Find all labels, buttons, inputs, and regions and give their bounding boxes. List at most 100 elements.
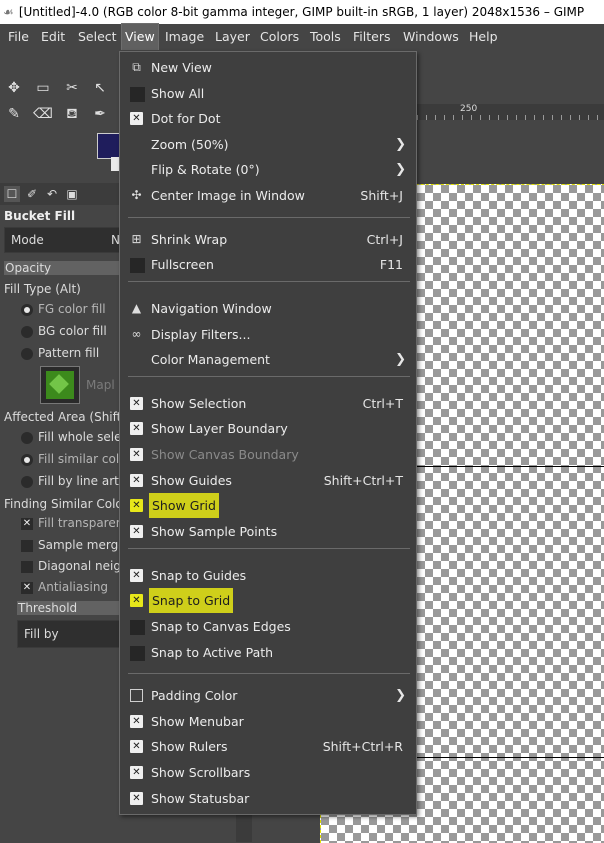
tool-options-tab-icon[interactable]: ☐ [4, 186, 20, 202]
fill-by-label: Fill by [24, 627, 59, 641]
view-menu-item-center-image-in-window[interactable]: ✣ Center Image in Window Shift+J [120, 183, 416, 208]
view-menu-item-label: Center Image in Window [151, 188, 305, 203]
menu-colors[interactable]: Colors [257, 24, 302, 50]
view-menu-item-flip-rotate-0[interactable]: Flip & Rotate (0°) ❯ [120, 157, 416, 182]
view-menu-item-show-scrollbars[interactable]: ✕ Show Scrollbars [120, 760, 416, 785]
menu-edit[interactable]: Edit [38, 24, 68, 50]
view-menu-item-show-rulers[interactable]: ✕ Show Rulers Shift+Ctrl+R [120, 734, 416, 759]
bucket-fill-tool-icon[interactable]: ⛾ [62, 104, 82, 124]
view-menu-item-snap-to-guides[interactable]: ✕ Snap to Guides [120, 563, 416, 588]
eraser-tool-icon[interactable]: ⌫ [33, 104, 53, 124]
view-menu-item-show-sample-points[interactable]: ✕ Show Sample Points [120, 519, 416, 544]
view-menu-item-show-statusbar[interactable]: ✕ Show Statusbar [120, 786, 416, 811]
bg-fill-radio[interactable] [21, 326, 33, 338]
view-menu-item-show-menubar[interactable]: ✕ Show Menubar [120, 709, 416, 734]
view-menu-item-display-filters[interactable]: ∞ Display Filters... [120, 322, 416, 347]
view-menu-item-show-selection[interactable]: ✕ Show Selection Ctrl+T [120, 391, 416, 416]
fill-whole-selection-label: Fill whole sele [38, 430, 122, 444]
menu-file[interactable]: File [5, 24, 32, 50]
center-image-icon: ✣ [131, 188, 142, 202]
paintbrush-tool-icon[interactable]: ✎ [4, 104, 24, 124]
menu-image[interactable]: Image [162, 24, 207, 50]
fill-whole-selection-radio[interactable] [21, 432, 33, 444]
pattern-preview[interactable] [40, 366, 80, 404]
unchecked-box-icon [130, 258, 145, 273]
view-menu-item-navigation-window[interactable]: ▲ Navigation Window [120, 296, 416, 321]
view-menu-item-show-layer-boundary[interactable]: ✕ Show Layer Boundary [120, 416, 416, 441]
view-menu-item-shortcut: Shift+Ctrl+R [322, 739, 403, 754]
view-menu-item-show-guides[interactable]: ✕ Show Guides Shift+Ctrl+T [120, 468, 416, 493]
checked-box-icon: ✕ [130, 740, 143, 753]
view-menu-item-shrink-wrap[interactable]: ⊞ Shrink Wrap Ctrl+J [120, 227, 416, 252]
window-title: [Untitled]-4.0 (RGB color 8-bit gamma in… [18, 5, 585, 19]
view-menu-item-snap-to-active-path[interactable]: Snap to Active Path [120, 640, 416, 665]
view-menu-item-dot-for-dot[interactable]: ✕ Dot for Dot [120, 106, 416, 131]
foreground-color-swatch[interactable] [97, 133, 121, 159]
view-menu-item-label: Zoom (50%) [151, 137, 229, 152]
fill-transparent-checkbox[interactable]: ✕ [21, 518, 33, 530]
pattern-fill-radio[interactable] [21, 348, 33, 360]
view-menu-item-label: Color Management [151, 352, 270, 367]
checked-box-icon: ✕ [130, 422, 143, 435]
move-tool-icon[interactable]: ✥ [4, 78, 24, 98]
fill-similar-colors-label: Fill similar colo [38, 452, 127, 466]
threshold-slider[interactable]: Threshold [17, 601, 120, 615]
antialiasing-checkbox[interactable]: ✕ [21, 582, 33, 594]
view-menu-item-shortcut: Ctrl+T [362, 396, 403, 411]
unchecked-box-icon [130, 87, 145, 102]
view-menu-item-label: Show Grid [149, 493, 219, 518]
view-menu-item-label: New View [151, 60, 212, 75]
view-menu-item-label: Display Filters... [151, 327, 251, 342]
fill-by-line-art-radio[interactable] [21, 476, 33, 488]
menu-view[interactable]: View [121, 23, 159, 51]
fill-transparent-label: Fill transparen [38, 516, 124, 530]
menu-tools[interactable]: Tools [307, 24, 344, 50]
padding-color-icon [130, 689, 143, 702]
view-menu-item-label: Show Rulers [151, 739, 228, 754]
fill-similar-colors-radio[interactable] [21, 454, 33, 466]
measure-tool-icon[interactable]: ↖ [90, 78, 110, 98]
checked-box-icon: ✕ [130, 112, 143, 125]
maple-leaf-pattern-icon [46, 371, 74, 399]
view-menu-item-color-management[interactable]: Color Management ❯ [120, 347, 416, 372]
view-menu-item-label: Snap to Guides [151, 568, 247, 583]
chevron-right-icon: ❯ [395, 137, 406, 152]
images-tab-icon[interactable]: ▣ [64, 186, 80, 202]
view-menu-item-show-canvas-boundary[interactable]: ✕ Show Canvas Boundary [120, 442, 416, 467]
view-menu-item-show-all[interactable]: Show All [120, 81, 416, 106]
view-menu-item-padding-color[interactable]: Padding Color ❯ [120, 683, 416, 708]
device-status-tab-icon[interactable]: ✐ [24, 186, 40, 202]
undo-history-tab-icon[interactable]: ↶ [44, 186, 60, 202]
view-menu-item-label: Fullscreen [151, 257, 214, 272]
dock-tabs: ☐ ✐ ↶ ▣ [0, 183, 120, 205]
view-menu-item-zoom-50[interactable]: Zoom (50%) ❯ [120, 132, 416, 157]
view-menu-item-snap-to-grid[interactable]: ✕ Snap to Grid [120, 588, 416, 613]
window-title-bar: ☙ [Untitled]-4.0 (RGB color 8-bit gamma … [0, 0, 604, 24]
view-menu-item-show-grid[interactable]: ✕ Show Grid [120, 493, 416, 518]
diagonal-neighbors-checkbox[interactable] [21, 561, 33, 573]
menu-separator [128, 281, 410, 282]
menu-select[interactable]: Select [75, 24, 120, 50]
menu-filters[interactable]: Filters [350, 24, 393, 50]
mode-select[interactable]: Mode N [4, 227, 122, 253]
view-menu-item-shortcut: Ctrl+J [366, 232, 403, 247]
sample-merged-checkbox[interactable] [21, 540, 33, 552]
finding-similar-colors-label: Finding Similar Colors [4, 497, 134, 511]
menu-help[interactable]: Help [466, 24, 501, 50]
menu-layer[interactable]: Layer [212, 24, 253, 50]
menu-windows[interactable]: Windows [400, 24, 462, 50]
checked-box-icon: ✕ [130, 792, 143, 805]
rect-select-tool-icon[interactable]: ▭ [33, 78, 53, 98]
color-picker-tool-icon[interactable]: ✒ [90, 104, 110, 124]
crop-tool-icon[interactable]: ✂ [62, 78, 82, 98]
opacity-slider[interactable]: Opacity [4, 261, 120, 275]
chevron-right-icon: ❯ [395, 688, 406, 703]
fg-fill-radio[interactable] [21, 304, 33, 316]
fill-by-select[interactable]: Fill by [17, 620, 122, 648]
tool-options-title: Bucket Fill [4, 209, 76, 223]
checked-box-icon: ✕ [130, 594, 143, 607]
view-menu-item-new-view[interactable]: ⧉ New View [120, 55, 416, 80]
view-menu-item-snap-to-canvas-edges[interactable]: Snap to Canvas Edges [120, 614, 416, 639]
view-menu: ⧉ New View Show All ✕ Dot for Dot Zoom (50%) ❯… [119, 51, 417, 815]
view-menu-item-fullscreen[interactable]: Fullscreen F11 [120, 252, 416, 277]
